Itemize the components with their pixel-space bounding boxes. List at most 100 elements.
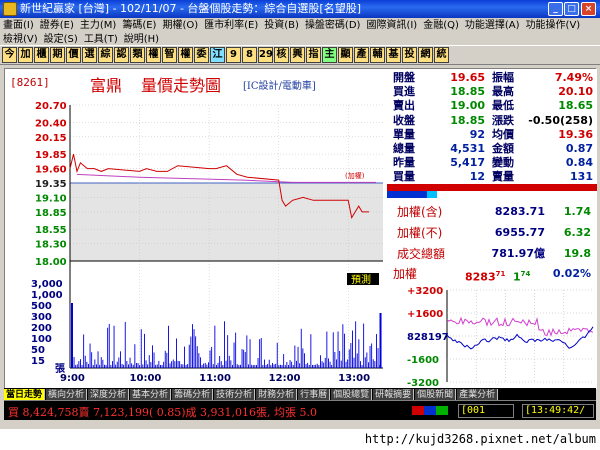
tab-11[interactable]: 產業分析 [457, 389, 499, 400]
menu-item-3[interactable]: 籌碼(E) [119, 19, 159, 33]
volume-bar [188, 344, 190, 368]
menu-item-4[interactable]: 期權(O) [159, 19, 201, 33]
toolbar-button-24[interactable]: 基 [386, 47, 401, 63]
volume-bar [99, 364, 101, 368]
menu-item-6[interactable]: 投資(B) [261, 19, 302, 33]
signal-blue [424, 406, 436, 415]
price-volume-chart[interactable]: 20.70 20.40 20.15 19.85 19.60 19.35 19.10 18.85… [5, 101, 387, 389]
tab-9[interactable]: 研報摘要 [373, 389, 415, 400]
mini-index-chart[interactable]: +3200+1600828197-1600-3200 [387, 282, 597, 389]
volume-bar [102, 359, 104, 368]
quote-value: 5,417 [450, 156, 485, 170]
volume-bar [180, 364, 182, 368]
volume-tick-label: 3,000 [31, 279, 63, 290]
toolbar-button-23[interactable]: 輔 [370, 47, 385, 63]
toolbar-button-15[interactable]: 8 [242, 47, 257, 63]
volume-bar [371, 343, 373, 368]
maximize-button[interactable]: □ [564, 2, 579, 16]
tab-6[interactable]: 財務分析 [256, 389, 298, 400]
toolbar-button-0[interactable]: 今 [2, 47, 17, 63]
tab-3[interactable]: 基本分析 [130, 389, 172, 400]
toolbar-button-22[interactable]: 產 [354, 47, 369, 63]
toolbar-button-12[interactable]: 委 [194, 47, 209, 63]
volume-tick-label: 1,000 [31, 290, 63, 301]
tab-1[interactable]: 橫向分析 [46, 389, 88, 400]
tab-0[interactable]: 當日走勢 [4, 389, 46, 400]
minimize-button[interactable]: _ [548, 2, 563, 16]
message-number[interactable]: [001 [458, 404, 514, 418]
toolbar-button-10[interactable]: 智 [162, 47, 177, 63]
toolbar-button-26[interactable]: 網 [418, 47, 433, 63]
quote-label: 收盤 [393, 113, 415, 127]
price-tick-label: 19.35 [35, 179, 67, 190]
menu-item-10[interactable]: 功能選擇(A) [462, 19, 523, 33]
volume-bar [110, 364, 112, 368]
menu-item-7[interactable]: 操盤密碼(D) [302, 19, 364, 33]
reference-label: (加權) [345, 171, 365, 180]
menu-item-2[interactable]: 主力(M) [77, 19, 119, 33]
index-label: 加權(不) [397, 226, 443, 240]
volume-bar [369, 345, 371, 368]
tab-8[interactable]: 個股總覽 [331, 389, 373, 400]
toolbar-button-7[interactable]: 認 [114, 47, 129, 63]
toolbar-button-27[interactable]: 統 [434, 47, 449, 63]
volume-bar [182, 364, 184, 368]
index-change: 6.32 [563, 226, 591, 239]
price-tick-label: 20.70 [35, 101, 67, 112]
toolbar-button-2[interactable]: 櫃 [34, 47, 49, 63]
toolbar-button-5[interactable]: 選 [82, 47, 97, 63]
toolbar-button-17[interactable]: 核 [274, 47, 289, 63]
volume-bar [366, 352, 368, 368]
toolbar-button-21[interactable]: 顯 [338, 47, 353, 63]
quote-value: -0.50(258) [528, 113, 593, 127]
mini-tick-label: +1600 [407, 309, 443, 320]
toolbar-button-3[interactable]: 期 [50, 47, 65, 63]
volume-bar [158, 360, 160, 368]
volume-bar [100, 357, 102, 368]
volume-bar [350, 343, 352, 368]
volume-bar [364, 357, 366, 368]
quote-row: 昨量 5,417 變動 0.84 [387, 156, 597, 171]
toolbar-button-19[interactable]: 指 [306, 47, 321, 63]
toolbar-button-9[interactable]: 權 [146, 47, 161, 63]
status-bar: 買 8,424,758賣 7,123,199( 0.85)成 3,931,016… [4, 400, 596, 420]
menu-item-0[interactable]: 畫面(I) [0, 19, 37, 33]
toolbar-button-6[interactable]: 綜 [98, 47, 113, 63]
toolbar-button-14[interactable]: 9 [226, 47, 241, 63]
volume-bar [97, 351, 99, 368]
toolbar-button-11[interactable]: 權 [178, 47, 193, 63]
close-button[interactable]: × [581, 2, 596, 16]
volume-bar [339, 350, 341, 368]
quote-label: 開盤 [393, 71, 415, 84]
toolbar-button-1[interactable]: 加 [18, 47, 33, 63]
toolbar-button-18[interactable]: 興 [290, 47, 305, 63]
menu-item-11[interactable]: 功能操作(V) [523, 19, 584, 33]
tab-5[interactable]: 技術分析 [214, 389, 256, 400]
toolbar-button-8[interactable]: 類 [130, 47, 145, 63]
price-tick-label: 18.55 [35, 225, 67, 236]
tab-7[interactable]: 行事曆 [298, 389, 331, 400]
toolbar-button-20[interactable]: 主 [322, 47, 337, 63]
volume-bar [328, 358, 329, 368]
volume-bar [161, 364, 163, 368]
tab-4[interactable]: 籌碼分析 [172, 389, 214, 400]
volume-bar [222, 364, 224, 368]
volume-bar-open [71, 303, 73, 368]
menu-item-5[interactable]: 匯市利率(E) [201, 19, 261, 33]
toolbar-button-4[interactable]: 價 [66, 47, 81, 63]
index-value: 8283.71 [494, 205, 545, 218]
menu-item-1[interactable]: 證券(E) [37, 19, 77, 33]
volume-bar [283, 354, 285, 368]
volume-bar [270, 364, 272, 368]
tab-2[interactable]: 深度分析 [88, 389, 130, 400]
toolbar-button-16[interactable]: 29 [258, 47, 273, 63]
menu-item-8[interactable]: 國際資訊(I) [363, 19, 420, 33]
toolbar-button-25[interactable]: 投 [402, 47, 417, 63]
toolbar-button-13[interactable]: 江 [210, 47, 225, 63]
volume-bar [195, 336, 197, 368]
forecast-button[interactable]: 預測 [351, 273, 371, 286]
menu-item-9[interactable]: 金融(Q) [420, 19, 462, 33]
signal-green [436, 406, 448, 415]
tab-10[interactable]: 個股新聞 [415, 389, 457, 400]
mini-index-pct: 0.02% [552, 267, 591, 280]
